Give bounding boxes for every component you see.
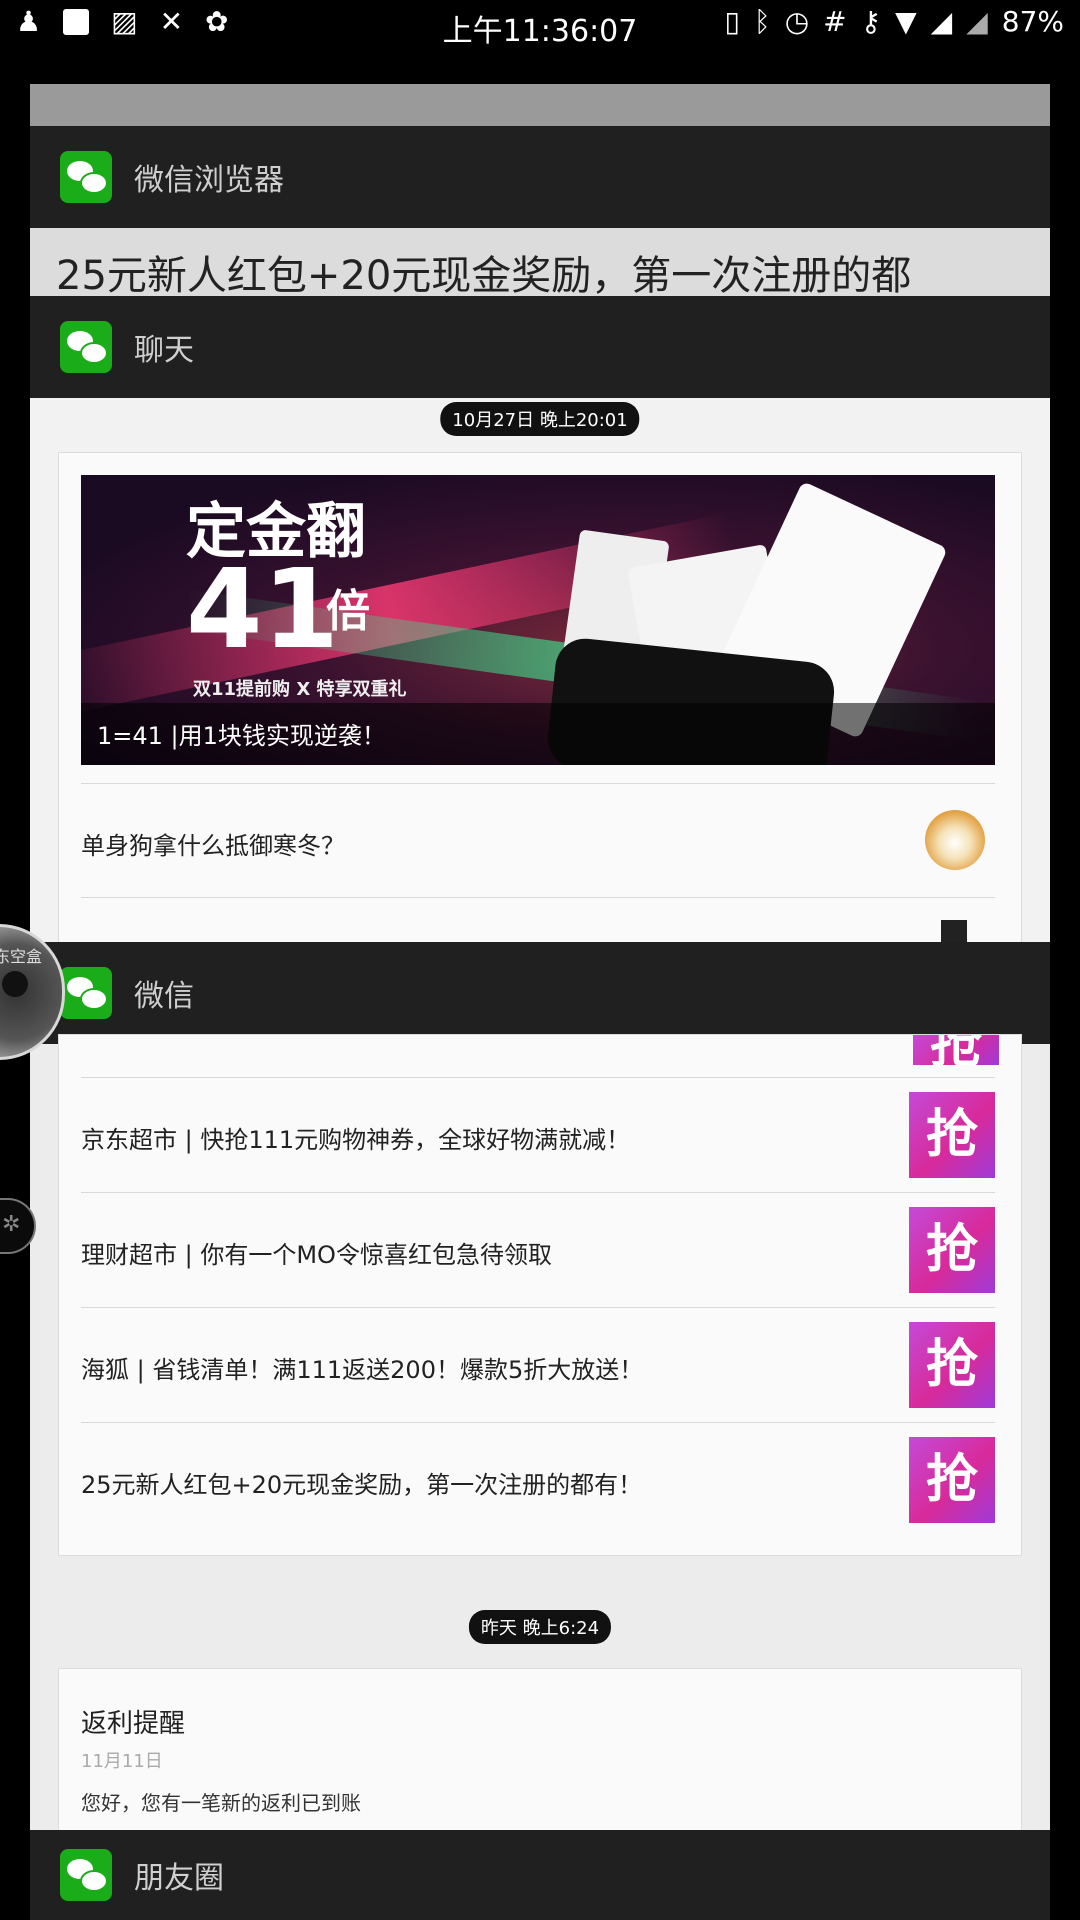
bluetooth-icon: ᛒ: [753, 5, 771, 38]
thumbnail-grab: 抢: [909, 1437, 995, 1523]
page-preview-text: 25元新人红包+20元现金奖励，第一次注册的都: [30, 228, 1050, 301]
card-title: 朋友圈: [134, 1861, 224, 1896]
recent-card-moments[interactable]: 朋友圈: [30, 1830, 1050, 1920]
promo-banner[interactable]: 定金翻 41 倍 双11提前购 X 特享双重礼 1=41 |用1块钱实现逆袭！: [81, 475, 995, 765]
list-item[interactable]: 海狐 | 省钱清单！满111返送200！爆款5折大放送！ 抢: [81, 1307, 995, 1422]
list-item-text: 单身狗拿什么抵御寒冬？: [81, 832, 345, 860]
list-item[interactable]: 理财超市 | 你有一个MO令惊喜红包急待领取 抢: [81, 1192, 995, 1307]
list-item-text: 海狐 | 省钱清单！满111返送200！爆款5折大放送！: [81, 1356, 644, 1384]
list-item[interactable]: 25元新人红包+20元现金奖励，第一次注册的都有！ 抢: [81, 1422, 995, 1537]
list-item[interactable]: 京东超市 | 快抢111元购物神券，全球好物满就减！ 抢: [81, 1077, 995, 1192]
time-pill: 昨天 晚上6:24: [468, 1610, 612, 1644]
list-item[interactable]: 单身狗拿什么抵御寒冬？: [81, 783, 995, 898]
article-card[interactable]: 定金翻 41 倍 双11提前购 X 特享双重礼 1=41 |用1块钱实现逆袭！ …: [58, 452, 1022, 946]
banner-number: 41: [186, 545, 340, 673]
thumbnail-grab: 抢: [909, 1322, 995, 1408]
list-item-text: 理财超市 | 你有一个MO令惊喜红包急待领取: [81, 1241, 552, 1269]
banner-suffix: 倍: [326, 586, 370, 637]
wifi-icon: ▼: [895, 5, 917, 38]
phone-vibrate-icon: ▯: [724, 5, 740, 38]
card-header: 微信: [30, 942, 1050, 1044]
notice-date: 11月11日: [81, 1751, 163, 1772]
card-header: 聊天: [30, 296, 1050, 398]
wechat-preview: 抢 京东超市 | 快抢111元购物神券，全球好物满就减！ 抢 理财超市 | 你有…: [30, 1034, 1050, 1862]
card-title: 聊天: [134, 333, 194, 368]
battery-level: 87%: [1001, 5, 1064, 38]
list-item-text: 25元新人红包+20元现金奖励，第一次注册的都有！: [81, 1471, 643, 1499]
time-pill: 10月27日 晚上20:01: [440, 402, 640, 436]
recent-card-chat[interactable]: 聊天 10月27日 晚上20:01 定金翻 41 倍 双11提前购 X 特享双重…: [30, 296, 1050, 946]
signal-icon: ◢: [930, 5, 953, 38]
chat-preview: 10月27日 晚上20:01 定金翻 41 倍 双11提前购 X 特享双重礼 1…: [30, 398, 1050, 946]
notice-title: 返利提醒: [81, 1709, 186, 1739]
wechat-icon: [60, 967, 112, 1019]
status-bar: ♟ ▨ ✕ ✿ 上午11:36:07 ▯ ᛒ ◷ # ⚷ ▼ ◢ ◢ 87%: [0, 0, 1080, 49]
key-icon: ⚷: [860, 5, 882, 38]
banner-caption: 1=41 |用1块钱实现逆袭！: [97, 722, 386, 750]
signal-2-icon: ◢: [966, 5, 988, 38]
doge-thumbnail: [925, 810, 985, 870]
article-card[interactable]: 抢 京东超市 | 快抢111元购物神券，全球好物满就减！ 抢 理财超市 | 你有…: [58, 1034, 1022, 1556]
thumbnail-grab: 抢: [909, 1092, 995, 1178]
bubble-label: 东空盒: [0, 947, 43, 966]
banner-tagline: 双11提前购 X 特享双重礼: [193, 679, 407, 700]
recent-card-wechat[interactable]: 微信 抢 京东超市 | 快抢111元购物神券，全球好物满就减！ 抢 理财超市 |…: [30, 942, 1050, 1862]
wechat-icon: [60, 321, 112, 373]
wechat-icon: [60, 151, 112, 203]
notice-body: 您好，您有一笔新的返利已到账: [81, 1791, 361, 1815]
hashtag-icon: #: [823, 5, 847, 38]
card-title: 微信浏览器: [134, 163, 284, 198]
card-header: 微信浏览器: [30, 126, 1050, 228]
thumbnail-grab: 抢: [909, 1207, 995, 1293]
list-item[interactable]: [81, 897, 995, 946]
card-header: 朋友圈: [30, 1830, 1050, 1920]
thumbnail-grab: 抢: [913, 1035, 999, 1065]
recent-card-wechat-browser[interactable]: 微信浏览器 25元新人红包+20元现金奖励，第一次注册的都: [30, 126, 1050, 301]
alarm-icon: ◷: [784, 5, 810, 38]
card-title: 微信: [134, 979, 194, 1014]
list-item-text: 京东超市 | 快抢111元购物神券，全球好物满就减！: [81, 1126, 631, 1154]
wechat-icon: [60, 1849, 112, 1901]
mascot-icon: [2, 971, 28, 997]
